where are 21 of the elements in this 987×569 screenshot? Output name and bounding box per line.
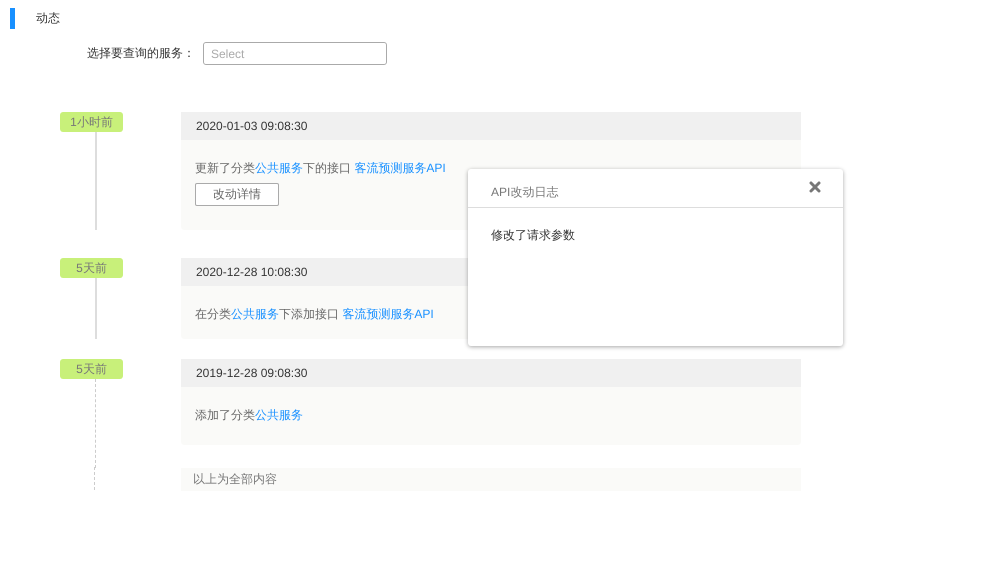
service-select[interactable]: Select bbox=[203, 42, 387, 65]
dialog-message: 修改了请求参数 bbox=[490, 227, 576, 244]
filter-label: 选择要查询的服务： bbox=[86, 45, 195, 62]
details-button[interactable]: 改动详情 bbox=[195, 183, 279, 206]
time-ago-tag: 1小时前 bbox=[60, 112, 123, 132]
time-ago-tag: 5天前 bbox=[60, 359, 123, 379]
link[interactable]: 公共服务 bbox=[255, 161, 303, 175]
time-ago-tag: 5天前 bbox=[60, 258, 123, 278]
event-description: 添加了分类公共服务 bbox=[195, 407, 304, 423]
end-note: 以上为全部内容 bbox=[181, 468, 801, 491]
event-timestamp: 2019-12-28 09:08:30 bbox=[181, 359, 801, 387]
dialog-title: API改动日志 bbox=[491, 184, 558, 200]
section-title: 动态 bbox=[36, 10, 60, 27]
close-icon bbox=[809, 180, 821, 192]
link[interactable]: 客流预测服务API bbox=[342, 307, 434, 321]
link[interactable]: 公共服务 bbox=[255, 408, 303, 422]
close-button[interactable] bbox=[809, 180, 821, 192]
link[interactable]: 公共服务 bbox=[231, 307, 279, 321]
link[interactable]: 客流预测服务API bbox=[354, 161, 446, 175]
event-timestamp: 2020-01-03 09:08:30 bbox=[181, 112, 801, 140]
section-marker bbox=[10, 8, 15, 29]
